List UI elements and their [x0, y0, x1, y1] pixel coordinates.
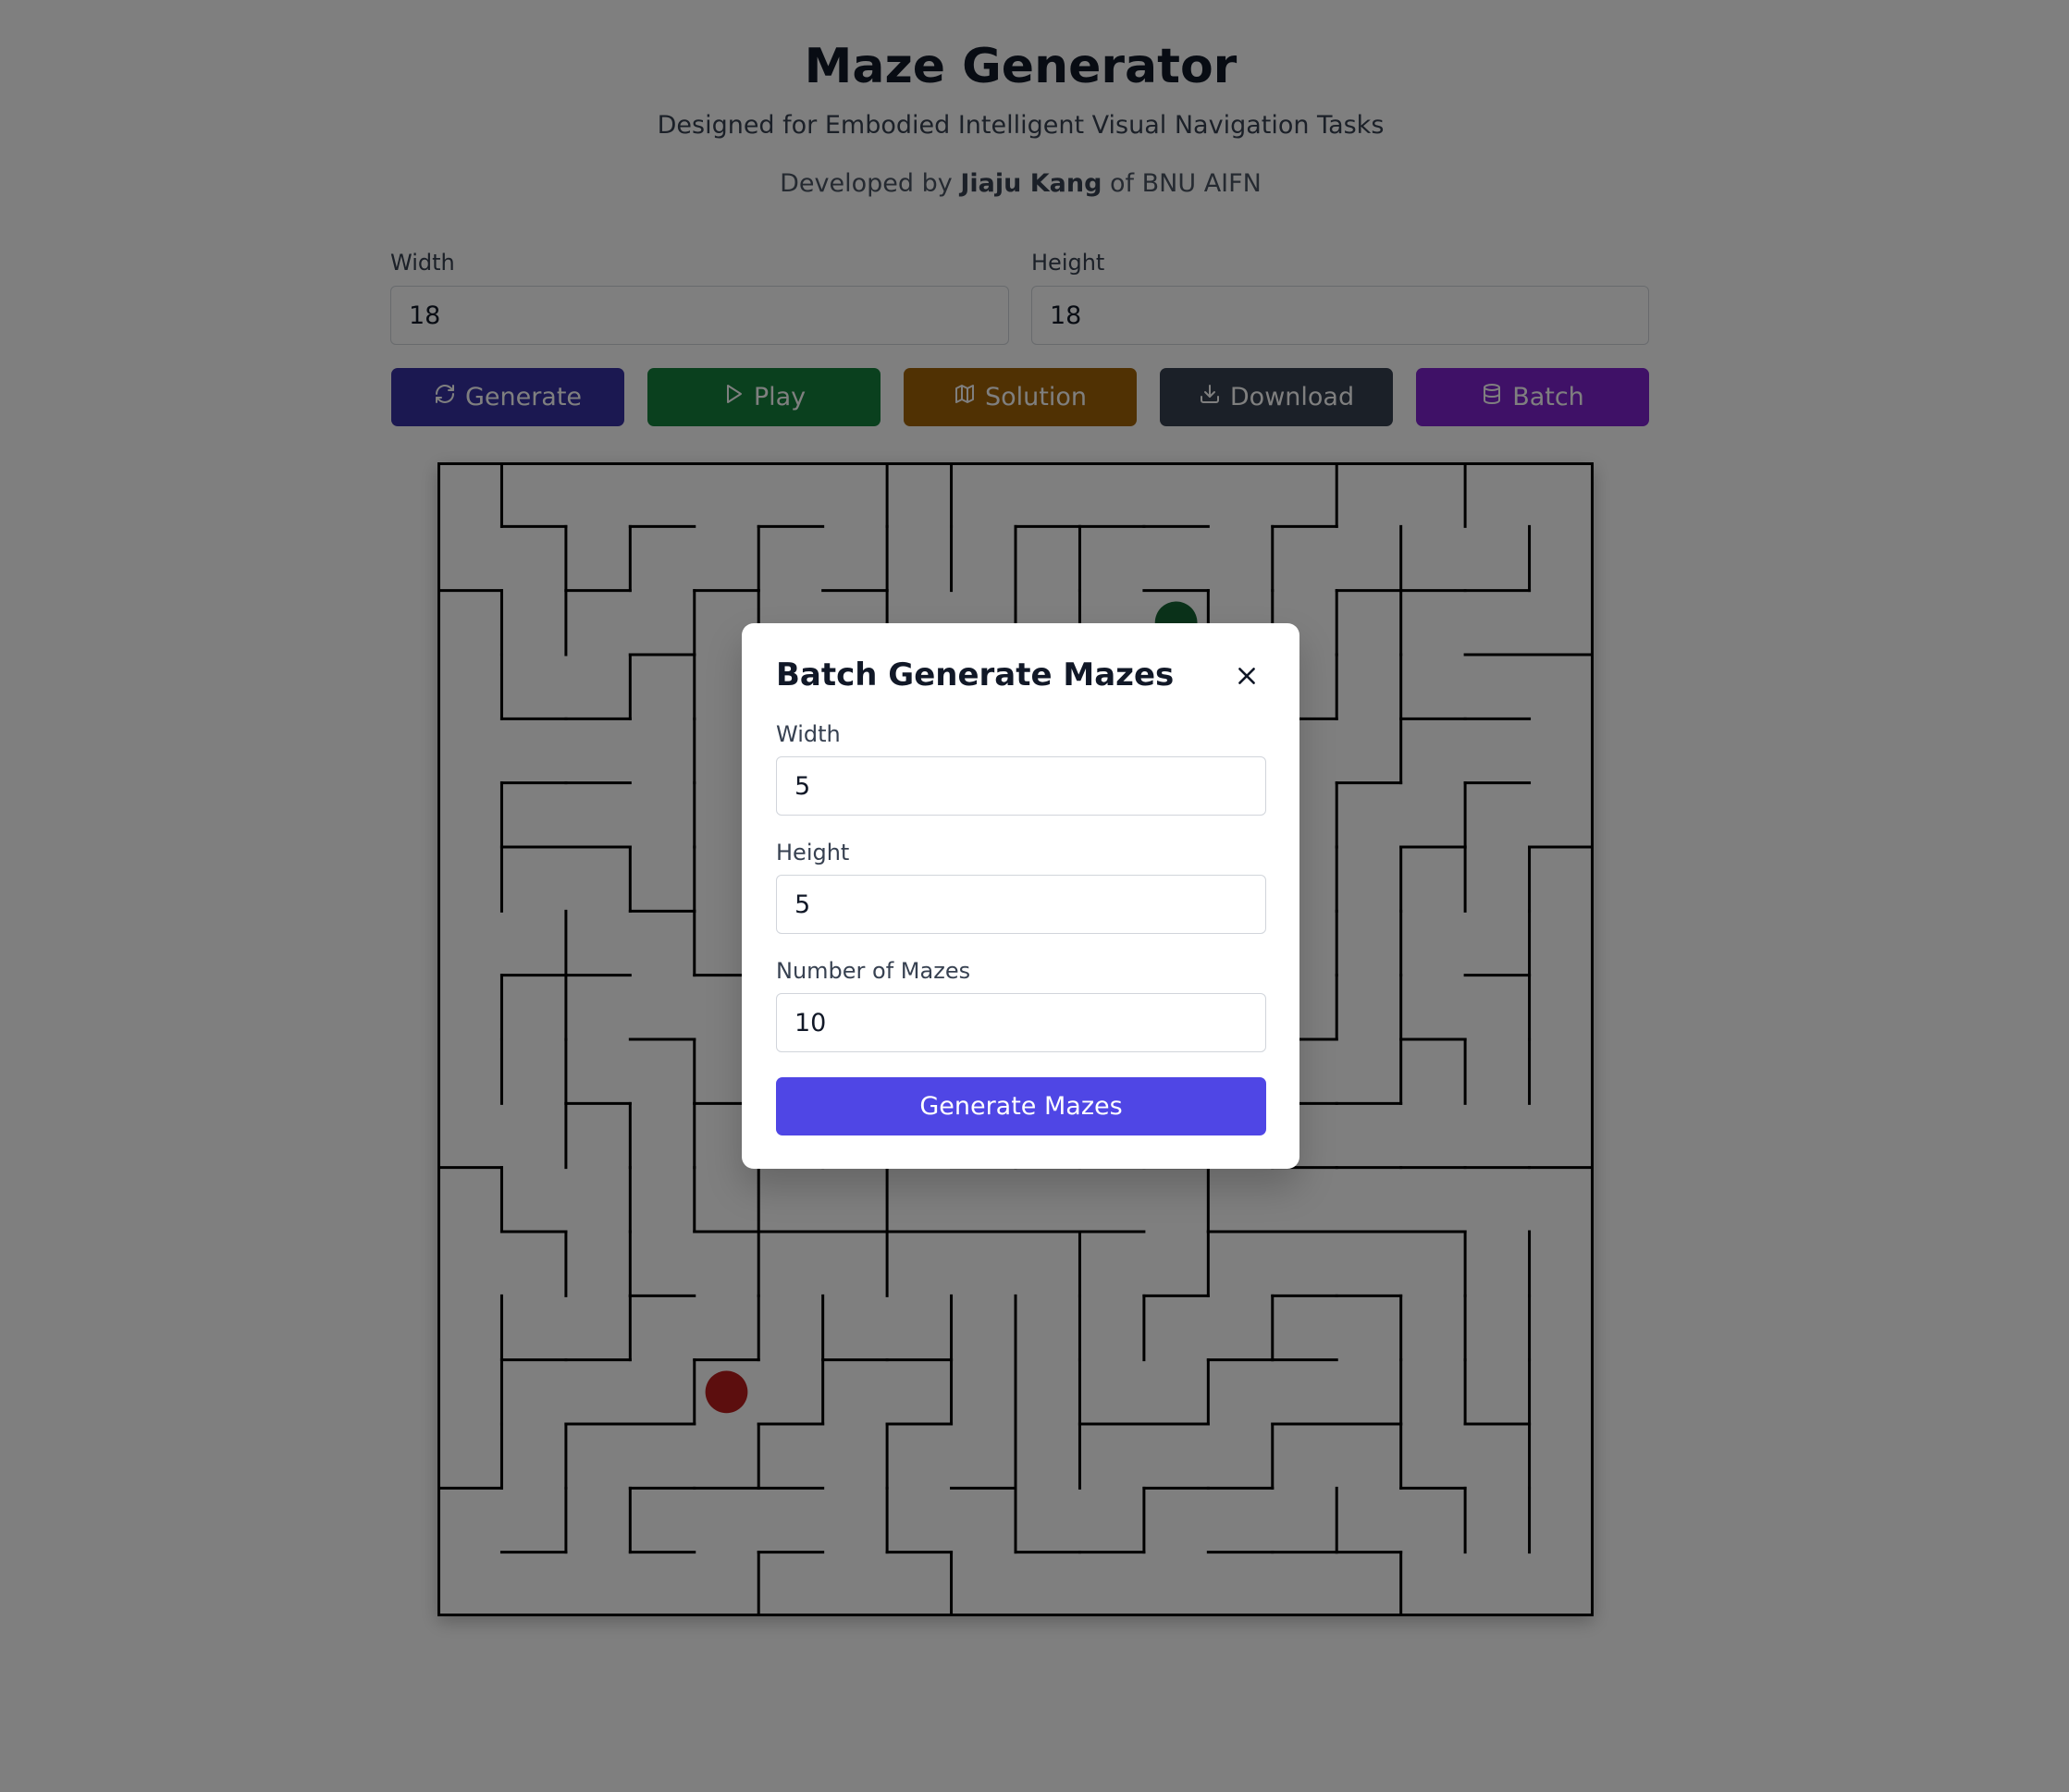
- batch-width-input[interactable]: [776, 756, 1266, 816]
- close-icon: [1235, 664, 1259, 692]
- modal-title: Batch Generate Mazes: [776, 657, 1175, 693]
- batch-count-label: Number of Mazes: [776, 958, 971, 984]
- batch-height-input[interactable]: [776, 875, 1266, 934]
- batch-count-input[interactable]: [776, 993, 1266, 1052]
- close-button[interactable]: [1229, 660, 1264, 695]
- batch-modal: Batch Generate Mazes Width Height Number…: [742, 623, 1299, 1169]
- batch-width-label: Width: [776, 721, 841, 747]
- batch-height-label: Height: [776, 840, 850, 865]
- generate-mazes-button[interactable]: Generate Mazes: [776, 1077, 1266, 1135]
